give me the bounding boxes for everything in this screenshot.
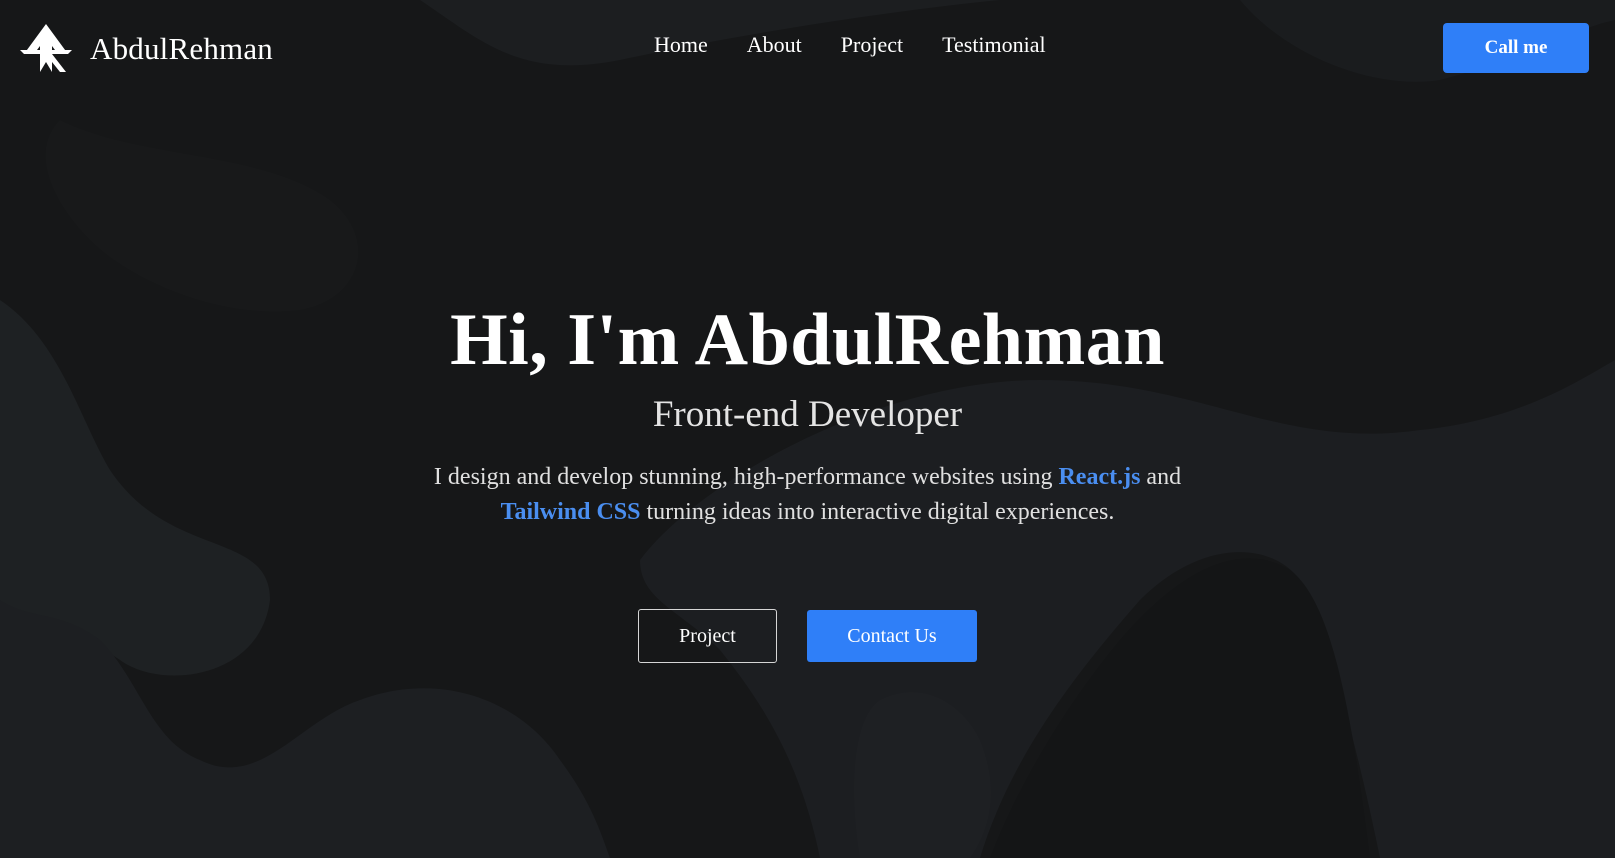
nav-home[interactable]: Home (654, 32, 708, 58)
hero-description-part1: I design and develop stunning, high-perf… (433, 464, 1059, 491)
project-button[interactable]: Project (638, 609, 777, 663)
nav-testimonial[interactable]: Testimonial (942, 32, 1046, 58)
call-me-button[interactable]: Call me (1443, 23, 1589, 73)
highlight-tailwind: Tailwind CSS (500, 499, 641, 526)
brand[interactable]: AbdulRehman (18, 22, 273, 74)
landing-page: AbdulRehman Home About Project Testimoni… (0, 0, 1615, 858)
nav-about[interactable]: About (747, 32, 802, 58)
hero-subtitle: Front-end Developer (652, 394, 963, 436)
highlight-react: React.js (1058, 464, 1141, 491)
nav-project[interactable]: Project (841, 32, 903, 58)
hero-description-part2: and (1140, 464, 1182, 491)
hero-description: I design and develop stunning, high-perf… (398, 460, 1218, 530)
contact-us-button[interactable]: Contact Us (807, 610, 977, 662)
ar-monogram-icon (20, 24, 72, 72)
hero-cta-row: Project Contact Us (0, 609, 1615, 663)
hero-section: Hi, I'm AbdulRehman Front-end Developer … (0, 299, 1615, 530)
top-navbar: AbdulRehman Home About Project Testimoni… (0, 0, 1615, 96)
hero-description-part3: turning ideas into interactive digital e… (640, 499, 1115, 526)
brand-name: AbdulRehman (90, 30, 274, 66)
main-menu: Home About Project Testimonial (654, 32, 1046, 58)
hero-title: Hi, I'm AbdulRehman (450, 299, 1165, 381)
